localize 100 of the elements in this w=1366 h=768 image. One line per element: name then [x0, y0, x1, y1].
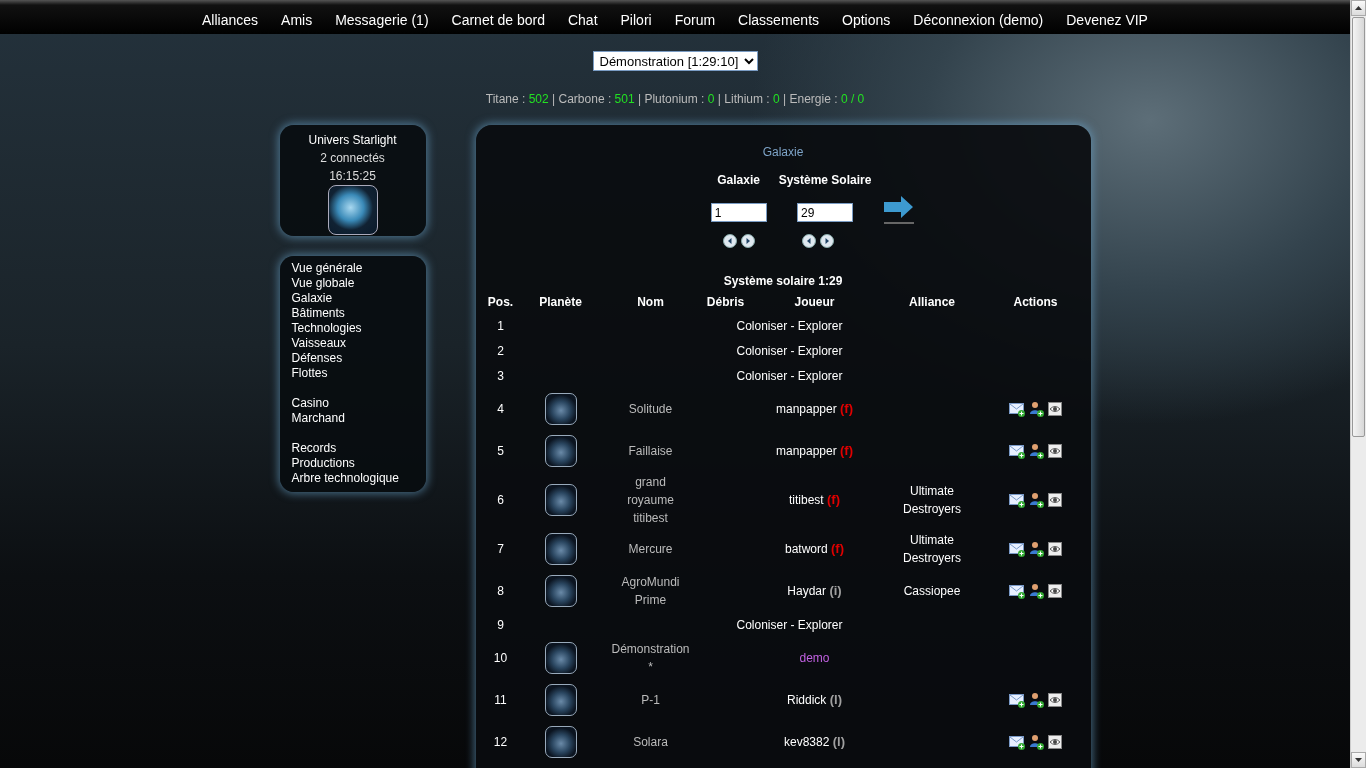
next-icon[interactable] — [820, 234, 834, 248]
nav-link[interactable]: Carnet de bord — [440, 0, 557, 34]
mail-plus-icon[interactable] — [1008, 443, 1025, 459]
player-name[interactable]: kev8382 — [784, 735, 830, 750]
menu-link[interactable]: Vue générale — [291, 261, 414, 276]
planet-name: P-1 — [640, 692, 661, 709]
server-time: 16:15:25 — [328, 168, 377, 185]
menu-link[interactable]: Technologies — [291, 321, 414, 336]
resource-value: 0 — [707, 92, 715, 106]
planet-name: grand royaume titibest — [626, 474, 675, 527]
eye-icon[interactable] — [1046, 541, 1063, 557]
menu-link[interactable]: Vaisseaux — [291, 336, 414, 351]
planet-image[interactable] — [327, 185, 378, 235]
alliance-name[interactable]: Ultimate Destroyers — [892, 482, 972, 518]
arrow-icon[interactable] — [883, 195, 916, 225]
planet-name: Solara — [632, 734, 669, 751]
user-plus-icon[interactable] — [1027, 401, 1044, 417]
eye-icon[interactable] — [1046, 734, 1063, 750]
user-plus-icon[interactable] — [1027, 492, 1044, 508]
planet-thumbnail[interactable] — [544, 642, 577, 674]
planet-thumbnail[interactable] — [544, 684, 577, 716]
nav-link[interactable]: Alliances — [190, 0, 270, 34]
player-name[interactable]: batword — [784, 542, 828, 557]
player-name[interactable]: titibest — [789, 493, 824, 508]
planet-thumbnail[interactable] — [544, 393, 577, 425]
planet-thumbnail[interactable] — [544, 435, 577, 467]
colonize-link[interactable]: Coloniser - Explorer — [736, 617, 843, 632]
player-name[interactable]: Riddick — [787, 693, 827, 708]
menu-link[interactable]: Arbre technologique — [291, 471, 414, 486]
player-name[interactable]: demo — [799, 651, 830, 665]
nav-link[interactable]: Déconnexion (demo) — [901, 0, 1055, 34]
user-plus-icon[interactable] — [1027, 443, 1044, 459]
position-number: 7 — [496, 541, 505, 558]
menu-link[interactable]: Vue globale — [291, 276, 414, 291]
mail-plus-icon[interactable] — [1008, 583, 1025, 599]
eye-icon[interactable] — [1046, 443, 1063, 459]
menu-link[interactable]: Défenses — [291, 351, 414, 366]
menu-link[interactable]: Bâtiments — [291, 306, 414, 321]
mail-plus-icon[interactable] — [1008, 734, 1025, 750]
nav-link[interactable]: Chat — [556, 0, 610, 34]
planet-thumbnail[interactable] — [544, 575, 577, 607]
position-number: 11 — [493, 692, 508, 709]
planet-name: Démonstration * — [610, 641, 691, 676]
player-status: (f) — [827, 492, 840, 508]
planet-thumbnail[interactable] — [544, 726, 577, 758]
nav-link[interactable]: Pilori — [609, 0, 664, 34]
previous-icon[interactable] — [802, 234, 816, 248]
separator: | — [552, 92, 556, 106]
column-header: Planète — [538, 294, 583, 311]
resource-value: 0 — [773, 92, 780, 106]
player-name[interactable]: manpapper — [775, 402, 837, 417]
colonize-link[interactable]: Coloniser - Explorer — [736, 368, 843, 383]
previous-icon[interactable] — [722, 234, 737, 248]
menu-link[interactable]: Flottes — [291, 366, 414, 381]
next-icon[interactable] — [740, 234, 755, 248]
user-plus-icon[interactable] — [1027, 583, 1044, 599]
player-name[interactable]: Haydar — [787, 584, 827, 599]
nav-link[interactable]: Options — [830, 0, 902, 34]
eye-icon[interactable] — [1046, 692, 1063, 708]
alliance-name[interactable]: Ultimate Destroyers — [892, 531, 972, 567]
menu-link[interactable]: Casino — [291, 396, 414, 411]
scrollbar[interactable] — [1350, 0, 1366, 768]
position-number: 4 — [496, 401, 505, 418]
position-number: 12 — [492, 734, 509, 751]
nav-link[interactable]: Messagerie (1) — [323, 0, 441, 34]
player-name[interactable]: manpapper — [775, 444, 837, 459]
nav-link[interactable]: Devenez VIP — [1054, 0, 1160, 34]
menu-link[interactable]: Marchand — [291, 411, 414, 426]
menu-link[interactable]: Productions — [291, 456, 414, 471]
resource-label: Carbone : — [558, 92, 612, 106]
nav-link[interactable]: Forum — [663, 0, 727, 34]
colonize-link[interactable]: Coloniser - Explorer — [736, 343, 843, 358]
scroll-up-icon[interactable] — [1355, 6, 1362, 10]
mail-plus-icon[interactable] — [1008, 401, 1025, 417]
system-input[interactable]: 29 — [797, 203, 853, 222]
galaxy-input[interactable]: 1 — [710, 203, 767, 222]
eye-icon[interactable] — [1046, 583, 1063, 599]
planet-select[interactable]: Démonstration [1:29:10] — [592, 51, 758, 71]
nav-link[interactable]: Amis — [269, 0, 324, 34]
planet-thumbnail[interactable] — [544, 533, 577, 565]
user-plus-icon[interactable] — [1027, 541, 1044, 557]
separator: | — [637, 92, 642, 106]
nav-link[interactable]: Classements — [726, 0, 831, 34]
eye-icon[interactable] — [1046, 492, 1063, 508]
planet-thumbnail[interactable] — [544, 484, 577, 516]
menu-link[interactable]: Records — [291, 441, 414, 456]
universe-name: Univers Starlight — [307, 132, 398, 149]
alliance-name[interactable]: Cassiopee — [892, 582, 972, 600]
user-plus-icon[interactable] — [1027, 734, 1044, 750]
eye-icon[interactable] — [1046, 401, 1063, 417]
position-number: 9 — [496, 616, 505, 634]
resource-label: Lithium : — [724, 92, 770, 106]
colonize-link[interactable]: Coloniser - Explorer — [736, 318, 843, 333]
scroll-down-icon[interactable] — [1355, 758, 1362, 762]
user-plus-icon[interactable] — [1027, 692, 1044, 708]
mail-plus-icon[interactable] — [1008, 492, 1025, 508]
system-title: Système solaire 1:29 — [722, 273, 844, 290]
mail-plus-icon[interactable] — [1008, 541, 1025, 557]
mail-plus-icon[interactable] — [1008, 692, 1025, 708]
menu-link[interactable]: Galaxie — [291, 291, 414, 306]
